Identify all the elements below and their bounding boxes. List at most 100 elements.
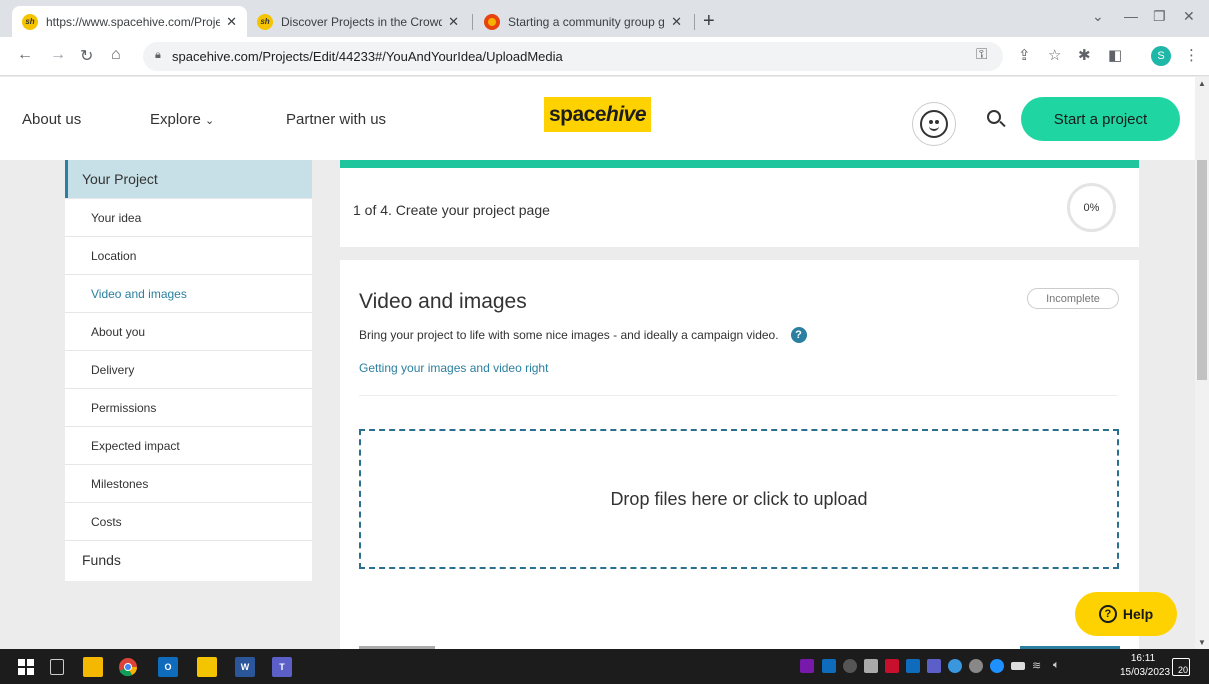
tab-separator: [694, 14, 695, 30]
divider: [359, 395, 1118, 396]
browser-tab-discover-projects[interactable]: sh Discover Projects in the Crowdfu ✕: [247, 6, 469, 37]
teams-icon[interactable]: T: [272, 657, 292, 677]
question-help-icon[interactable]: ?: [790, 327, 807, 343]
back-arrow-icon[interactable]: ←: [17, 46, 33, 64]
star-bookmark-icon[interactable]: ☆: [1048, 46, 1061, 64]
mail-tray-icon[interactable]: [864, 659, 878, 673]
tab-title: https://www.spacehive.com/Proje: [46, 14, 221, 29]
windows-start-icon[interactable]: [16, 657, 36, 677]
spacehive-favicon-icon: sh: [257, 13, 273, 30]
question-circle-icon: ?: [1098, 605, 1117, 623]
close-tab-icon[interactable]: ✕: [671, 14, 682, 30]
step-text: 1 of 4. Create your project page: [353, 202, 550, 218]
app-tray-icon[interactable]: [969, 659, 983, 673]
feedback-smiley-icon[interactable]: [912, 102, 956, 146]
clock-date: 15/03/2023: [1120, 667, 1171, 678]
progress-strip: [340, 160, 1139, 168]
close-window-icon[interactable]: ✕: [1183, 8, 1195, 25]
sidebar-item-location[interactable]: Location: [65, 236, 312, 274]
forward-arrow-icon[interactable]: →: [50, 46, 66, 64]
calendar-tray-icon[interactable]: [822, 659, 836, 673]
kebab-menu-icon[interactable]: ⋮: [1184, 46, 1199, 64]
sidebar-item-costs[interactable]: Costs: [65, 502, 312, 540]
sidebar-item-expected-impact[interactable]: Expected impact: [65, 426, 312, 464]
wifi-tray-icon[interactable]: ≋: [1032, 659, 1046, 673]
browser-tab-bar: sh https://www.spacehive.com/Proje ✕ sh …: [0, 0, 1209, 37]
new-tab-plus-icon[interactable]: +: [703, 10, 715, 33]
minimize-icon[interactable]: —: [1124, 8, 1138, 24]
onenote-tray-icon[interactable]: [800, 659, 814, 673]
help-label: Help: [1122, 606, 1154, 622]
chrome-icon[interactable]: [118, 657, 138, 677]
circle-favicon-icon: [484, 13, 500, 30]
section-description: Bring your project to life with some nic…: [359, 327, 807, 343]
scrollbar-thumb[interactable]: [1197, 160, 1207, 380]
tab-separator: [472, 14, 473, 30]
nav-partner-with-us[interactable]: Partner with us: [286, 111, 386, 128]
sidebar-section-your-project[interactable]: Your Project: [65, 160, 312, 198]
description-text: Bring your project to life with some nic…: [359, 328, 779, 342]
outlook-tray-icon[interactable]: [906, 659, 920, 673]
lock-icon: 🔒︎: [155, 49, 161, 61]
system-clock[interactable]: 16:11 15/03/2023: [1120, 652, 1171, 680]
word-icon[interactable]: W: [235, 657, 255, 677]
file-explorer-icon[interactable]: [83, 657, 103, 677]
page-scrollbar[interactable]: ▲ ▼: [1195, 77, 1209, 649]
bluetooth-tray-icon[interactable]: [990, 659, 1004, 673]
task-view-icon[interactable]: [50, 659, 64, 675]
logo-hive: hive: [606, 102, 647, 126]
status-badge: Incomplete: [1027, 288, 1119, 309]
progress-ring: 0%: [1067, 183, 1116, 232]
browser-tab-spacehive-edit[interactable]: sh https://www.spacehive.com/Proje ✕: [12, 6, 247, 37]
nav-explore[interactable]: Explore ⌄: [150, 111, 214, 128]
section-title: Video and images: [359, 290, 527, 313]
video-images-card: Video and images Incomplete Bring your p…: [340, 260, 1139, 649]
teams-tray-icon[interactable]: [927, 659, 941, 673]
volume-tray-icon[interactable]: 🔈︎: [1053, 659, 1067, 673]
nav-about-us[interactable]: About us: [22, 111, 81, 128]
sidebar-item-milestones[interactable]: Milestones: [65, 464, 312, 502]
share-icon[interactable]: ⇪: [1018, 46, 1031, 64]
security-shield-tray-icon[interactable]: [885, 659, 899, 673]
sticky-notes-icon[interactable]: [197, 657, 217, 677]
extensions-puzzle-icon[interactable]: ✱: [1078, 46, 1091, 64]
notifications-badge[interactable]: 20: [1172, 658, 1190, 676]
home-icon[interactable]: ⌂: [111, 46, 121, 64]
spacehive-favicon-icon: sh: [22, 13, 38, 30]
reload-icon[interactable]: ↻: [80, 46, 93, 66]
scroll-up-icon[interactable]: ▲: [1198, 79, 1206, 88]
start-project-button[interactable]: Start a project: [1021, 97, 1180, 141]
sidebar-item-permissions[interactable]: Permissions: [65, 388, 312, 426]
sidebar-item-delivery[interactable]: Delivery: [65, 350, 312, 388]
sidebar-section-funds[interactable]: Funds: [65, 540, 312, 578]
sidebar-item-video-and-images[interactable]: Video and images: [65, 274, 312, 312]
help-button[interactable]: ? Help: [1075, 592, 1177, 636]
profile-avatar[interactable]: S: [1151, 46, 1171, 66]
tab-title: Starting a community group guid: [508, 14, 666, 29]
side-panel-icon[interactable]: ◧: [1108, 46, 1122, 64]
chevron-down-icon: ⌄: [205, 115, 215, 127]
search-icon[interactable]: [985, 108, 1007, 130]
close-tab-icon[interactable]: ✕: [226, 14, 237, 30]
logo-space: space: [548, 102, 607, 126]
outlook-icon[interactable]: O: [158, 657, 178, 677]
restore-icon[interactable]: ❐: [1153, 8, 1166, 25]
spacehive-logo[interactable]: space hive: [544, 97, 651, 132]
progress-card: 1 of 4. Create your project page 0%: [340, 168, 1139, 247]
address-bar[interactable]: 🔒︎ spacehive.com/Projects/Edit/44233#/Yo…: [143, 42, 1003, 71]
key-icon[interactable]: ⚿: [976, 46, 987, 63]
battery-tray-icon[interactable]: [1011, 662, 1025, 670]
browser-tab-community-group[interactable]: Starting a community group guid ✕: [474, 6, 692, 37]
url-text: spacehive.com/Projects/Edit/44233#/YouAn…: [172, 49, 563, 64]
tab-search-chevron-icon[interactable]: ⌄: [1092, 8, 1104, 25]
file-dropzone[interactable]: Drop files here or click to upload: [359, 429, 1119, 569]
site-header: About us Explore ⌄ Partner with us space…: [0, 77, 1195, 160]
sidebar-item-your-idea[interactable]: Your idea: [65, 198, 312, 236]
guide-link[interactable]: Getting your images and video right: [359, 361, 548, 375]
close-tab-icon[interactable]: ✕: [448, 14, 459, 30]
headset-tray-icon[interactable]: [843, 659, 857, 673]
sidebar-item-about-you[interactable]: About you: [65, 312, 312, 350]
tab-title: Discover Projects in the Crowdfu: [281, 14, 443, 29]
scroll-down-icon[interactable]: ▼: [1198, 638, 1206, 647]
onedrive-tray-icon[interactable]: [948, 659, 962, 673]
